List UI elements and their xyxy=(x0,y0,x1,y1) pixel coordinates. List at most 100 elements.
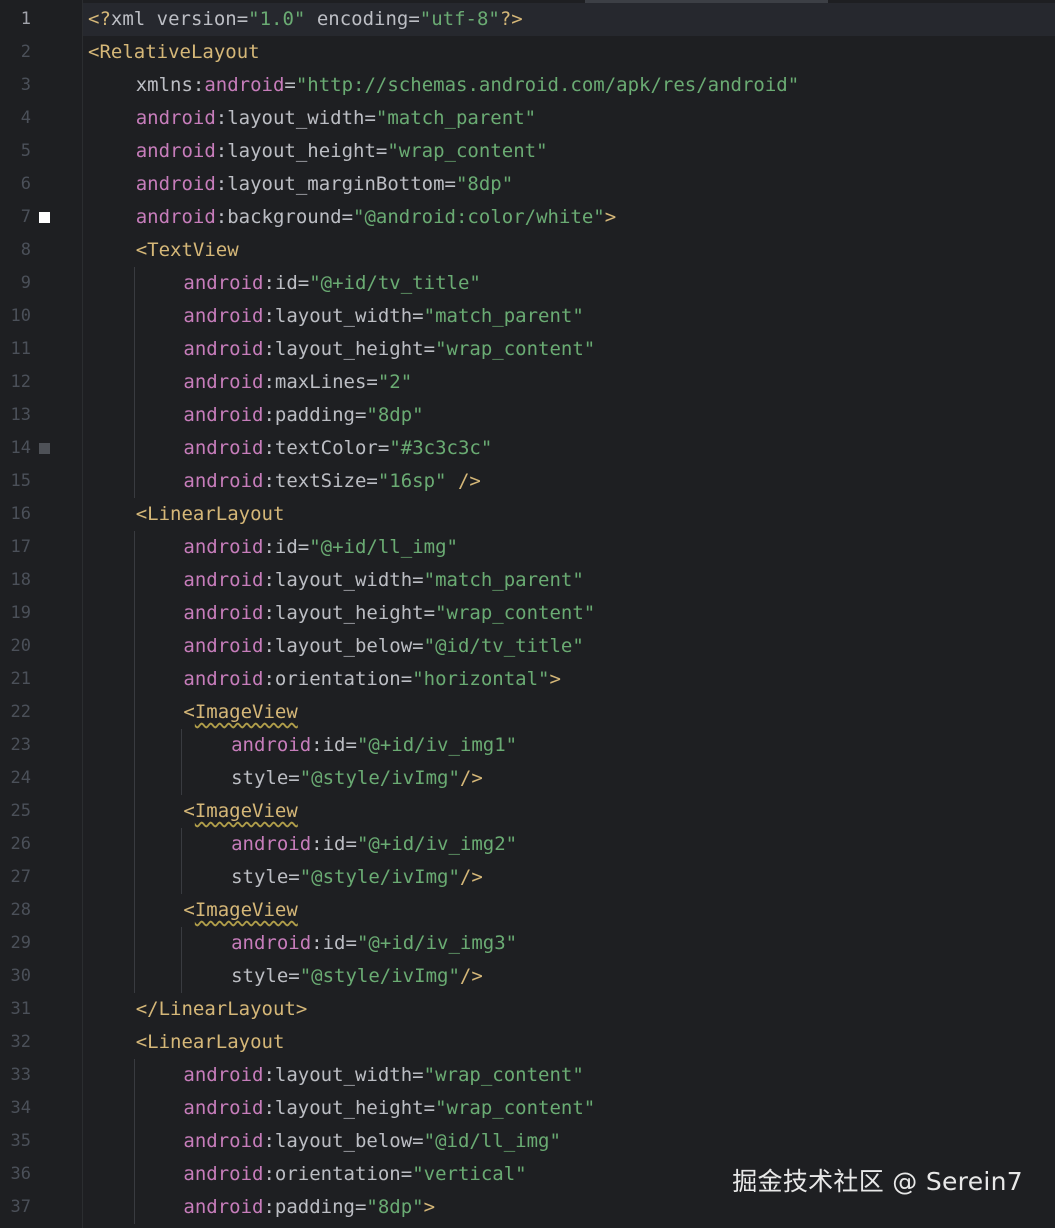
code-text[interactable]: <RelativeLayout xyxy=(88,36,260,69)
code-token: :layout_height= xyxy=(215,140,388,162)
code-line[interactable]: 11 android:layout_height="wrap_content" xyxy=(0,333,1055,366)
code-line[interactable]: 19 android:layout_height="wrap_content" xyxy=(0,597,1055,630)
code-line[interactable]: 33 android:layout_width="wrap_content" xyxy=(0,1059,1055,1092)
code-text[interactable]: android:layout_below="@id/tv_title" xyxy=(183,630,583,663)
code-lines[interactable]: 1 <?xml version="1.0" encoding="utf-8"?> 2… xyxy=(0,3,1055,1224)
line-number: 13 xyxy=(10,405,31,425)
code-text[interactable]: android:orientation="horizontal"> xyxy=(183,663,561,696)
code-token: style= xyxy=(231,965,300,987)
code-token: android xyxy=(183,272,264,294)
code-line[interactable]: 1 <?xml version="1.0" encoding="utf-8"?> xyxy=(0,3,1055,36)
code-text[interactable]: android:textSize="16sp" /> xyxy=(183,465,480,498)
code-text[interactable]: style="@style/ivImg"/> xyxy=(231,861,483,894)
code-text[interactable]: android:layout_width="match_parent" xyxy=(183,564,583,597)
code-text[interactable]: android:id="@+id/iv_img1" xyxy=(231,729,517,762)
line-number: 10 xyxy=(10,306,31,326)
code-line[interactable]: 31 </LinearLayout> xyxy=(0,993,1055,1026)
code-text[interactable]: android:layout_width="match_parent" xyxy=(183,300,583,333)
code-line[interactable]: 6 android:layout_marginBottom="8dp" xyxy=(0,168,1055,201)
code-text[interactable]: <LinearLayout xyxy=(136,498,285,531)
code-line[interactable]: 17 android:id="@+id/ll_img" xyxy=(0,531,1055,564)
line-number: 19 xyxy=(10,603,31,623)
code-text[interactable]: android:layout_width="match_parent" xyxy=(136,102,536,135)
code-text[interactable]: android:layout_height="wrap_content" xyxy=(136,135,548,168)
code-text[interactable]: android:layout_height="wrap_content" xyxy=(183,1092,595,1125)
code-text[interactable]: xmlns:android="http://schemas.android.co… xyxy=(136,69,800,102)
code-text[interactable]: <ImageView xyxy=(183,795,297,828)
line-number: 32 xyxy=(10,1032,31,1052)
code-token: :layout_height= xyxy=(263,602,436,624)
code-text[interactable]: <LinearLayout xyxy=(136,1026,285,1059)
color-swatch-gray-icon[interactable] xyxy=(39,443,50,454)
color-swatch-white-icon[interactable] xyxy=(39,212,50,223)
code-text[interactable]: style="@style/ivImg"/> xyxy=(231,762,483,795)
line-number: 15 xyxy=(10,471,31,491)
code-text[interactable]: android:layout_below="@id/ll_img" xyxy=(183,1125,561,1158)
code-text[interactable]: style="@style/ivImg"/> xyxy=(231,960,483,993)
code-token: <LinearLayout xyxy=(135,503,285,525)
code-text[interactable]: <ImageView xyxy=(183,894,297,927)
code-token: ImageView xyxy=(194,899,298,921)
code-line[interactable]: 29 android:id="@+id/iv_img3" xyxy=(0,927,1055,960)
code-line[interactable]: 23 android:id="@+id/iv_img1" xyxy=(0,729,1055,762)
code-text[interactable]: android:orientation="vertical" xyxy=(183,1158,526,1191)
code-text[interactable]: <TextView xyxy=(136,234,239,267)
code-text[interactable]: android:maxLines="2" xyxy=(183,366,412,399)
code-token: < xyxy=(183,899,195,921)
code-line[interactable]: 4 android:layout_width="match_parent" xyxy=(0,102,1055,135)
code-line[interactable]: 13 android:padding="8dp" xyxy=(0,399,1055,432)
code-token: "wrap_content" xyxy=(423,1064,584,1086)
code-text[interactable]: android:id="@+id/tv_title" xyxy=(183,267,480,300)
code-line[interactable]: 20 android:layout_below="@id/tv_title" xyxy=(0,630,1055,663)
code-line[interactable]: 21 android:orientation="horizontal"> xyxy=(0,663,1055,696)
code-token: "wrap_content" xyxy=(387,140,548,162)
code-line[interactable]: 34 android:layout_height="wrap_content" xyxy=(0,1092,1055,1125)
code-line[interactable]: 22 <ImageView xyxy=(0,696,1055,729)
code-token: android xyxy=(183,536,264,558)
code-text[interactable]: android:id="@+id/ll_img" xyxy=(183,531,458,564)
code-token: "utf-8" xyxy=(419,8,500,30)
code-line[interactable]: 14 android:textColor="#3c3c3c" xyxy=(0,432,1055,465)
code-line[interactable]: 10 android:layout_width="match_parent" xyxy=(0,300,1055,333)
code-text[interactable]: android:layout_height="wrap_content" xyxy=(183,597,595,630)
code-line[interactable]: 2 <RelativeLayout xyxy=(0,36,1055,69)
line-number: 2 xyxy=(20,42,31,62)
code-text[interactable]: android:padding="8dp" xyxy=(183,399,423,432)
code-text[interactable]: android:id="@+id/iv_img3" xyxy=(231,927,517,960)
code-text[interactable]: </LinearLayout> xyxy=(136,993,308,1026)
code-text[interactable]: android:textColor="#3c3c3c" xyxy=(183,432,492,465)
code-token: android xyxy=(183,1196,264,1218)
code-token: :orientation= xyxy=(263,668,413,690)
code-text[interactable]: android:layout_marginBottom="8dp" xyxy=(136,168,514,201)
code-line[interactable]: 8 <TextView xyxy=(0,234,1055,267)
code-line[interactable]: 18 android:layout_width="match_parent" xyxy=(0,564,1055,597)
code-token: <? xyxy=(88,8,111,30)
code-line[interactable]: 16 <LinearLayout xyxy=(0,498,1055,531)
code-token: :id= xyxy=(263,536,310,558)
code-line[interactable]: 12 android:maxLines="2" xyxy=(0,366,1055,399)
code-line[interactable]: 30 style="@style/ivImg"/> xyxy=(0,960,1055,993)
code-token: xml version= xyxy=(110,8,249,30)
code-line[interactable]: 27 style="@style/ivImg"/> xyxy=(0,861,1055,894)
code-token: "match_parent" xyxy=(423,305,584,327)
code-editor[interactable]: 1 <?xml version="1.0" encoding="utf-8"?> 2… xyxy=(0,0,1055,1228)
code-text[interactable]: android:id="@+id/iv_img2" xyxy=(231,828,517,861)
code-text[interactable]: android:layout_width="wrap_content" xyxy=(183,1059,583,1092)
code-line[interactable]: 15 android:textSize="16sp" /> xyxy=(0,465,1055,498)
code-line[interactable]: 32 <LinearLayout xyxy=(0,1026,1055,1059)
code-line[interactable]: 5 android:layout_height="wrap_content" xyxy=(0,135,1055,168)
code-line[interactable]: 24 style="@style/ivImg"/> xyxy=(0,762,1055,795)
code-line[interactable]: 9 android:id="@+id/tv_title" xyxy=(0,267,1055,300)
code-line[interactable]: 25 <ImageView xyxy=(0,795,1055,828)
code-line[interactable]: 26 android:id="@+id/iv_img2" xyxy=(0,828,1055,861)
code-line[interactable]: 7 android:background="@android:color/whit… xyxy=(0,201,1055,234)
code-text[interactable]: android:padding="8dp"> xyxy=(183,1191,435,1224)
code-text[interactable]: <?xml version="1.0" encoding="utf-8"?> xyxy=(88,3,523,36)
code-text[interactable]: android:background="@android:color/white… xyxy=(136,201,616,234)
code-line[interactable]: 28 <ImageView xyxy=(0,894,1055,927)
code-text[interactable]: android:layout_height="wrap_content" xyxy=(183,333,595,366)
code-text[interactable]: <ImageView xyxy=(183,696,297,729)
code-line[interactable]: 3 xmlns:android="http://schemas.android.c… xyxy=(0,69,1055,102)
code-line[interactable]: 35 android:layout_below="@id/ll_img" xyxy=(0,1125,1055,1158)
code-token: xmlns: xyxy=(135,74,205,96)
